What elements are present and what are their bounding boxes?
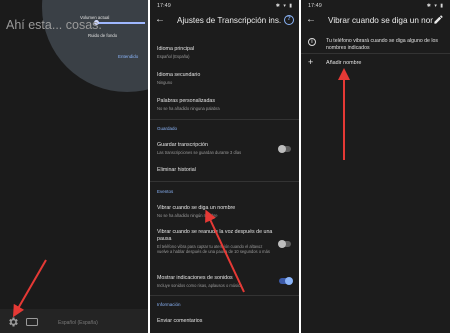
save-transcription-toggle[interactable]	[278, 145, 291, 153]
transcript-text: Ahí esta... cosas.	[6, 18, 102, 32]
setting-custom-words[interactable]: Palabras personalizadas No se ha añadido…	[157, 98, 295, 111]
section-events: Eventos	[157, 189, 174, 194]
status-bar: 17:49 ✱ ▾ ▮	[150, 0, 299, 11]
transcription-settings-screen: 17:49 ✱ ▾ ▮ ← Ajustes de Transcripción i…	[150, 0, 299, 333]
noise-label: Ruido de fondo	[88, 33, 118, 38]
status-bar: 17:49 ✱ ▾ ▮	[301, 0, 450, 11]
info-text: Tu teléfono vibrará cuando se diga algun…	[326, 38, 438, 51]
divider	[150, 295, 299, 296]
app-bar: ← Vibrar cuando se diga un nom...	[301, 11, 450, 31]
back-arrow-icon[interactable]: ←	[306, 15, 316, 25]
status-icons: ✱ ▾ ▮	[275, 3, 293, 9]
divider	[150, 181, 299, 182]
divider	[150, 119, 299, 120]
language-label[interactable]: Español (España)	[58, 320, 98, 326]
setting-secondary-language[interactable]: Idioma secundario Ninguno	[157, 72, 295, 85]
help-icon[interactable]: ?	[284, 15, 294, 25]
section-info: Información	[157, 302, 181, 307]
understood-button[interactable]: Entendido	[118, 54, 138, 59]
status-icons: ✱ ▾ ▮	[426, 3, 444, 9]
status-time: 17:49	[157, 3, 171, 9]
plus-icon: +	[308, 57, 314, 67]
setting-show-sounds[interactable]: Mostrar indicaciones de sonidos Incluye …	[157, 275, 275, 288]
show-sounds-toggle[interactable]	[279, 277, 293, 285]
page-title: Ajustes de Transcripción ins...	[177, 16, 282, 25]
section-saved: Guardado	[157, 126, 178, 131]
info-icon: i	[308, 38, 316, 46]
add-name-label: Añadir nombre	[326, 60, 362, 66]
gear-icon[interactable]	[7, 316, 19, 328]
live-transcribe-screen: Volumen actual Ruido de fondo Entendido …	[0, 0, 148, 333]
setting-vibrate-resume[interactable]: Vibrar cuando se reanude la voz después …	[157, 229, 275, 254]
status-time: 17:49	[308, 3, 322, 9]
setting-vibrate-name[interactable]: Vibrar cuando se diga un nombre No se ha…	[157, 205, 295, 218]
volume-slider[interactable]	[95, 22, 145, 24]
back-arrow-icon[interactable]: ←	[155, 15, 165, 25]
add-name-button[interactable]: + Añadir nombre	[301, 56, 450, 72]
app-bar: ← Ajustes de Transcripción ins... ?	[150, 11, 299, 31]
setting-send-feedback[interactable]: Enviar comentarios	[157, 318, 295, 324]
setting-main-language[interactable]: Idioma principal Español (España)	[157, 46, 295, 59]
vibrate-resume-toggle[interactable]	[278, 240, 291, 248]
divider	[301, 53, 450, 54]
page-title: Vibrar cuando se diga un nom...	[328, 16, 433, 25]
keyboard-icon[interactable]	[26, 318, 38, 326]
setting-delete-history[interactable]: Eliminar historial	[157, 167, 295, 173]
sound-meter-popup	[42, 0, 148, 92]
pencil-icon[interactable]	[433, 14, 444, 25]
setting-save-transcription[interactable]: Guardar transcripción Las transcripcione…	[157, 142, 295, 155]
bottom-bar: Español (España)	[0, 309, 148, 333]
vibrate-name-screen: 17:49 ✱ ▾ ▮ ← Vibrar cuando se diga un n…	[301, 0, 450, 333]
